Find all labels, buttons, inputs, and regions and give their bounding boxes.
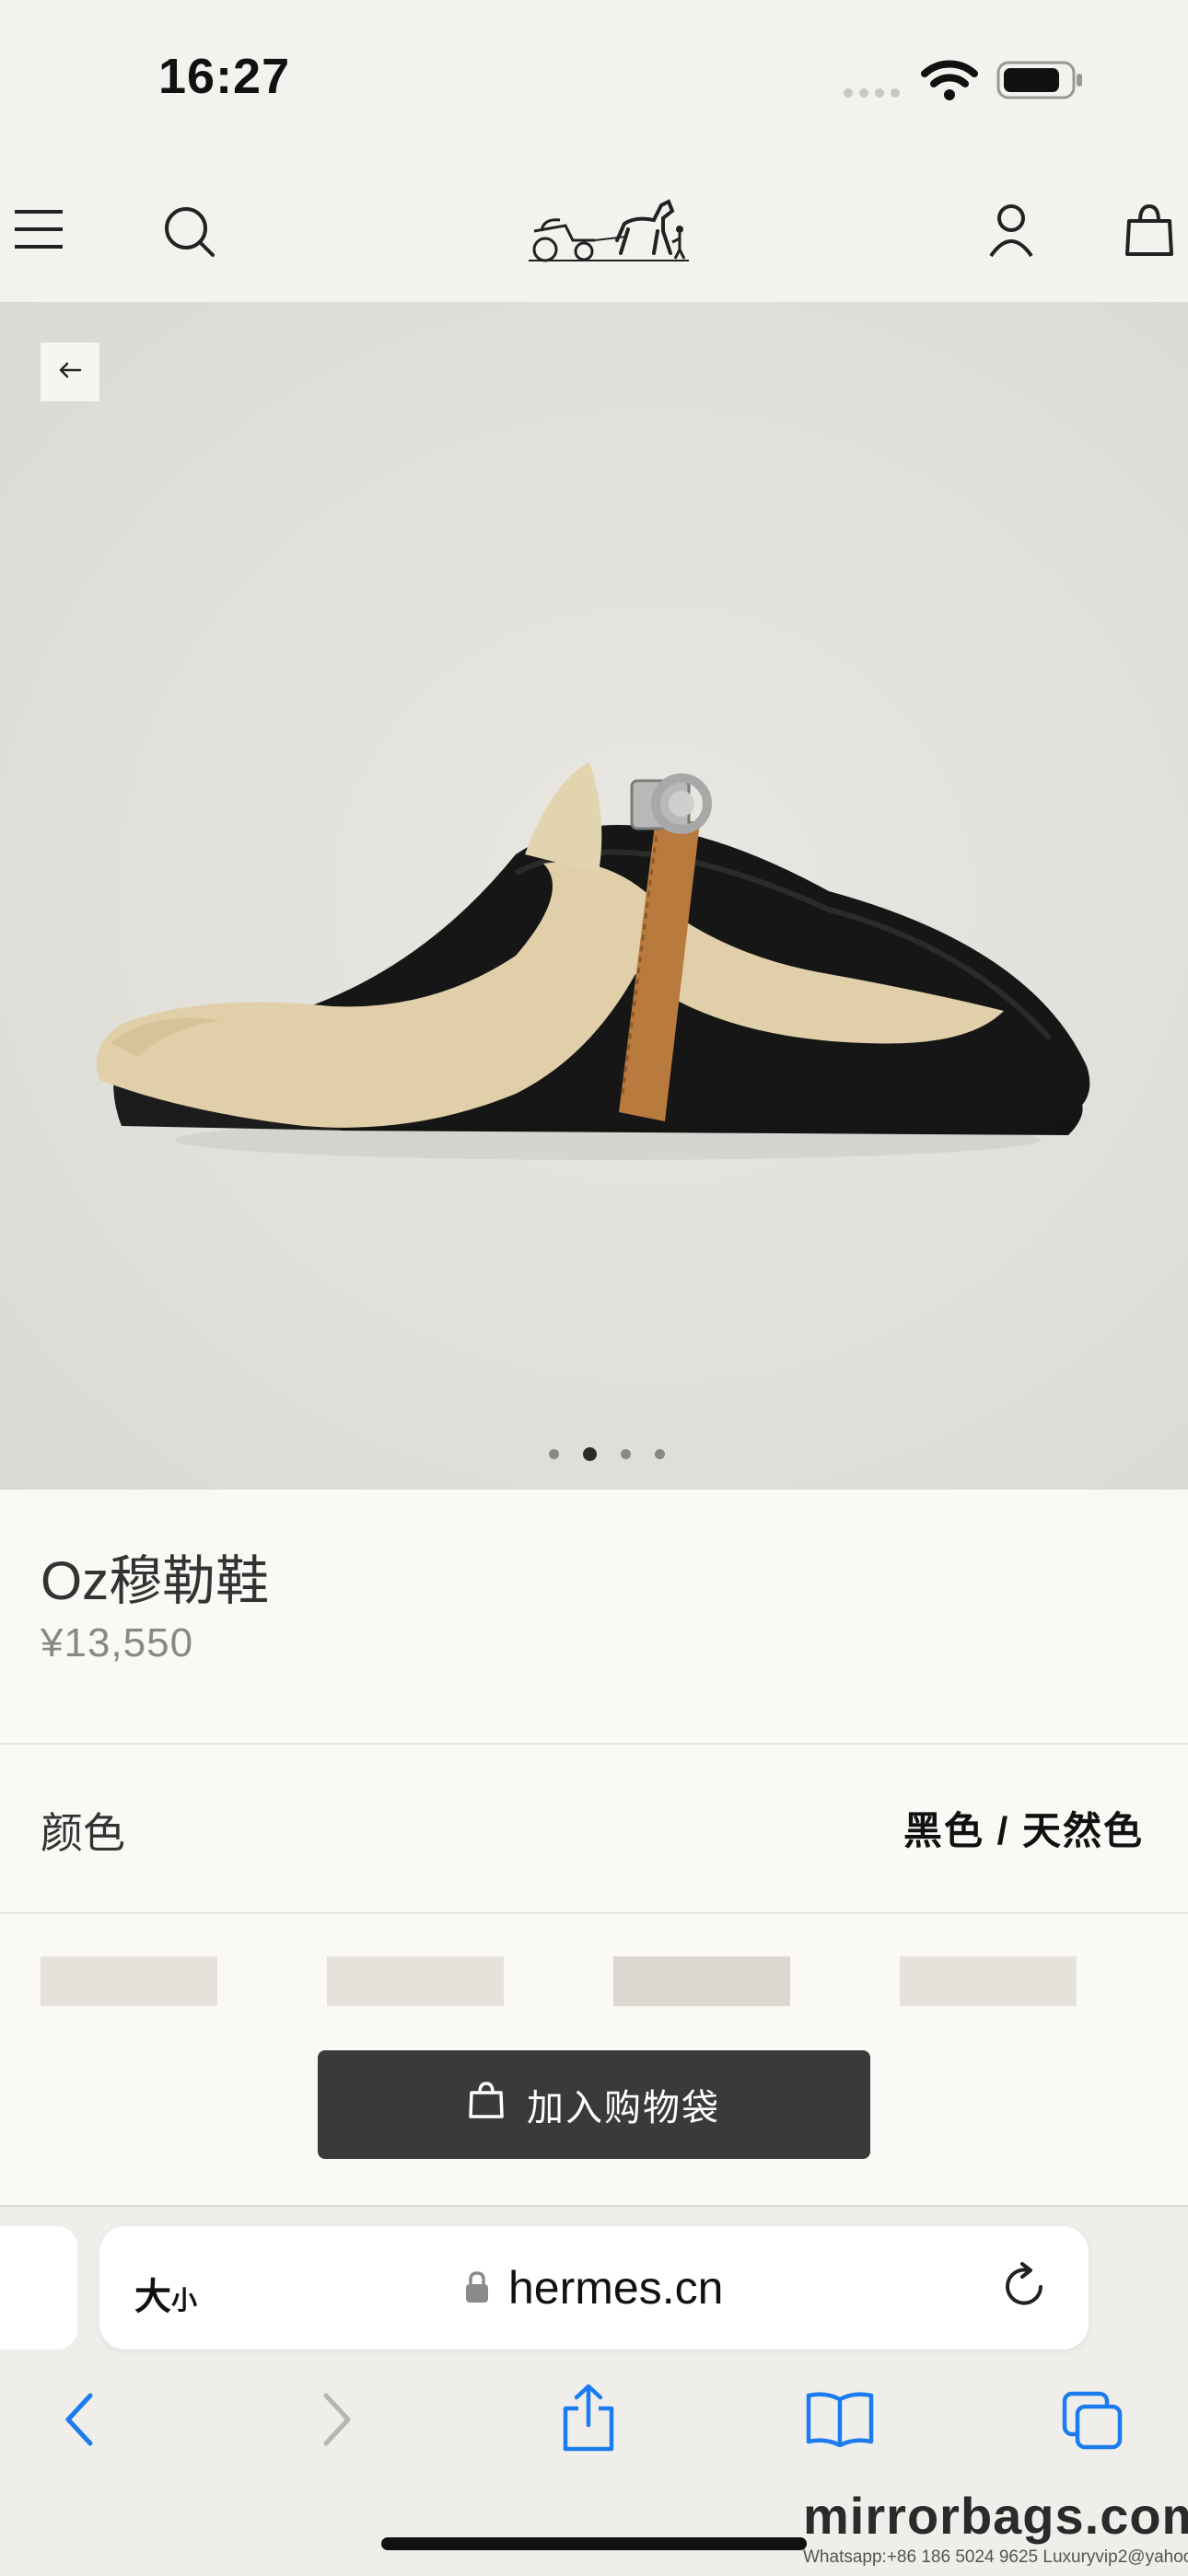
shopping-bag-icon [468,2080,505,2129]
search-icon[interactable] [162,204,217,264]
carousel-dot[interactable] [549,1449,559,1459]
carousel-dot[interactable] [621,1449,631,1459]
product-image[interactable] [0,302,1188,1490]
watermark: mirrorbags.com Whatsapp:+86 186 5024 962… [803,2486,1188,2568]
carousel-dot-active[interactable] [583,1447,597,1461]
reload-icon[interactable] [1002,2261,1050,2317]
mule-shoe-illustration [96,762,1090,1160]
browser-forward-icon[interactable] [319,2392,355,2452]
color-swatch[interactable] [327,1956,504,2006]
menu-icon[interactable] [15,208,66,255]
bookmarks-icon[interactable] [805,2390,875,2452]
color-value[interactable]: 黑色 / 天然色 [903,1800,1144,1856]
text-size-small: 小 [171,2286,198,2315]
color-label: 颜色 [41,1809,125,1857]
account-icon[interactable] [985,203,1037,264]
watermark-main: mirrorbags.com [803,2487,1188,2545]
status-time: 16:27 [158,49,291,104]
battery-icon [996,59,1085,106]
wifi-icon [921,59,978,106]
hermes-logo[interactable] [525,189,693,269]
share-icon[interactable] [560,2383,617,2457]
color-swatch[interactable] [41,1956,217,2006]
tabs-icon[interactable] [1061,2390,1125,2455]
text-size-button[interactable]: 大小 [134,2267,197,2320]
url-text[interactable]: hermes.cn [508,2261,723,2315]
back-button[interactable] [41,342,99,401]
previous-tab-card[interactable] [0,2226,77,2350]
product-price: ¥13,550 [41,1620,194,1665]
text-size-large: 大 [134,2277,171,2317]
lock-icon [464,2270,490,2310]
add-to-bag-button[interactable]: 加入购物袋 [318,2050,870,2159]
carousel-dot[interactable] [655,1449,665,1459]
home-indicator [381,2537,807,2550]
shopping-bag-icon[interactable] [1124,201,1175,264]
color-swatch[interactable] [900,1956,1077,2006]
color-swatch[interactable] [613,1956,790,2006]
watermark-sub: Whatsapp:+86 186 5024 9625 Luxuryvip2@ya… [803,2547,1188,2567]
add-to-bag-label: 加入购物袋 [527,2088,720,2129]
browser-back-icon[interactable] [61,2392,98,2452]
cellular-signal-icon [842,87,906,104]
image-carousel-dots[interactable] [549,1447,665,1461]
divider [0,1912,1188,1914]
arrow-left-icon [58,362,82,383]
divider [0,1743,1188,1745]
product-name: Oz穆勒鞋 [41,1551,270,1611]
